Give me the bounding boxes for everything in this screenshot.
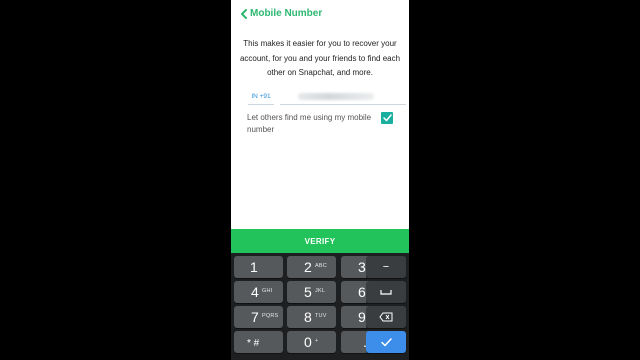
key-digit: 4 (251, 284, 259, 300)
checkmark-icon (382, 114, 392, 122)
top-bar: Mobile Number (231, 0, 409, 28)
key-letters: GHI (262, 288, 273, 294)
key-letters: + (315, 338, 319, 344)
key-2[interactable]: 2 ABC (287, 256, 336, 278)
key-digit: 5 (304, 284, 312, 300)
description-text: This makes it easier for you to recover … (239, 39, 401, 77)
space-icon (380, 290, 392, 295)
key-digit: 0 (304, 334, 312, 350)
key-0[interactable]: 0 + (287, 331, 336, 353)
done-key[interactable] (366, 331, 406, 353)
check-icon (380, 337, 392, 346)
verify-button[interactable]: VERIFY (231, 229, 409, 253)
blurred-phone-number (298, 93, 374, 100)
phone-number-row: IN +91 (248, 89, 406, 105)
key-digit: 3 (358, 259, 366, 275)
phone-number-field[interactable] (280, 89, 406, 105)
country-code-selector[interactable]: IN +91 (248, 89, 274, 105)
key-digit: 9 (358, 309, 366, 325)
page-title: Mobile Number (250, 8, 323, 19)
backspace-key-glyph (366, 306, 406, 328)
key-digit: 8 (304, 309, 312, 325)
find-me-label: Let others find me using my mobile numbe… (247, 113, 372, 134)
key-digit: * # (247, 338, 260, 349)
key-letters: PQRS (262, 313, 279, 319)
find-me-option: Let others find me using my mobile numbe… (247, 112, 397, 136)
space-key-glyph (366, 281, 406, 303)
key-5[interactable]: 5 JKL (287, 281, 336, 303)
key-digit: 2 (304, 259, 312, 275)
backspace-icon (379, 312, 393, 322)
minus-key[interactable]: − (366, 256, 406, 278)
chevron-left-icon (241, 9, 247, 19)
key-digit: 1 (250, 259, 258, 275)
done-key-glyph (366, 331, 406, 353)
space-key[interactable] (366, 281, 406, 303)
key-letters: JKL (315, 288, 326, 294)
find-me-checkbox[interactable] (381, 112, 393, 124)
key-7[interactable]: 7 PQRS (234, 306, 283, 328)
key-1[interactable]: 1 (234, 256, 283, 278)
backspace-key[interactable] (366, 306, 406, 328)
key-star-hash[interactable]: * # (234, 331, 283, 353)
minus-key-glyph: − (382, 261, 390, 273)
key-8[interactable]: 8 TUV (287, 306, 336, 328)
key-digit: 6 (358, 284, 366, 300)
key-letters: ABC (315, 263, 327, 269)
back-button[interactable] (237, 7, 251, 21)
key-4[interactable]: 4 GHI (234, 281, 283, 303)
key-letters: TUV (315, 313, 327, 319)
numeric-keyboard: 12ABC3DEF−4GHI5JKL6MNO7PQRS8TUV9WXYZ* #0… (231, 253, 409, 360)
key-digit: 7 (251, 309, 259, 325)
phone-screen: Mobile Number This makes it easier for y… (231, 0, 409, 360)
